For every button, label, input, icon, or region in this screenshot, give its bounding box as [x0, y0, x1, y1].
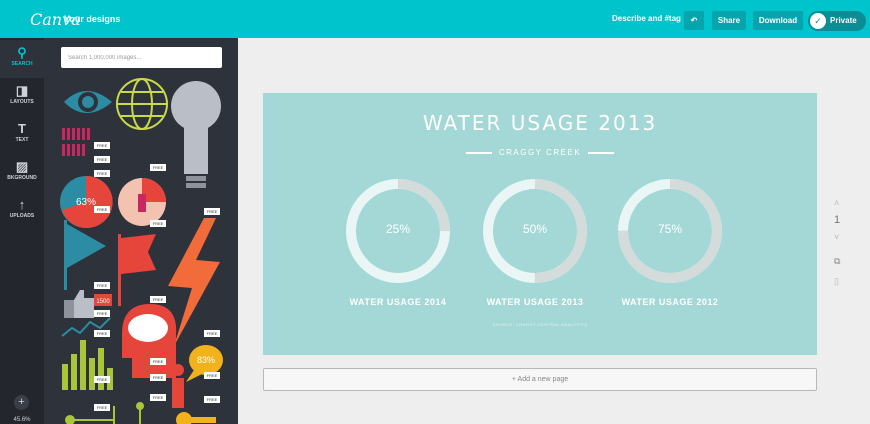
privacy-toggle[interactable]: ✓ Private — [808, 11, 866, 31]
free-badge: FREE — [207, 331, 218, 336]
undo-button[interactable]: ↶ — [684, 11, 704, 30]
free-badge: FREE — [97, 171, 108, 176]
free-badge: FREE — [207, 397, 218, 402]
blue-flag-graphic[interactable] — [64, 220, 106, 290]
add-new-page-button[interactable]: + Add a new page — [263, 368, 817, 391]
person-circle-graphic[interactable] — [118, 178, 166, 226]
ring-2-label: WATER USAGE 2013 — [486, 297, 584, 307]
search-icon: ⚲ — [17, 45, 27, 60]
free-badge: FREE — [153, 395, 164, 400]
free-badge: FREE — [207, 373, 218, 378]
sidebar-item-layouts[interactable]: ◨ LAYOUTS — [0, 78, 44, 116]
people-graphic[interactable] — [62, 128, 90, 156]
head-speech-graphic[interactable] — [122, 304, 177, 378]
background-icon: ▨ — [15, 159, 29, 174]
free-badge: FREE — [207, 209, 218, 214]
text-icon: T — [18, 121, 26, 136]
your-designs-link[interactable]: Your designs — [64, 14, 120, 24]
move-down-icon[interactable]: ˅ — [834, 232, 839, 242]
free-badge: FREE — [97, 143, 108, 148]
eye-graphic[interactable] — [64, 91, 112, 113]
delete-page-icon[interactable]: ▯ — [834, 276, 839, 287]
image-search-input[interactable] — [61, 47, 222, 68]
free-badge: FREE — [97, 311, 108, 316]
sidebar-item-label: UPLOADS — [9, 213, 35, 219]
sidebar-item-label: SEARCH — [11, 61, 33, 67]
donut-chart-graphic[interactable]: 63% — [60, 175, 113, 228]
download-button[interactable]: Download — [753, 11, 803, 30]
sidebar-item-label: LAYOUTS — [10, 99, 34, 105]
free-badge: FREE — [97, 377, 108, 382]
describe-tag-link[interactable]: Describe and #tag — [612, 14, 681, 23]
free-badge: FREE — [153, 375, 164, 380]
page-number: 1 — [834, 214, 841, 226]
share-button[interactable]: Share — [712, 11, 746, 30]
sidebar-item-background[interactable]: ▨ BKGROUND — [0, 154, 44, 192]
key-graphic[interactable] — [176, 412, 216, 424]
copy-page-icon[interactable]: ⧉ — [834, 256, 840, 267]
sidebar-item-label: BKGROUND — [7, 175, 37, 181]
sidebar-item-label: TEXT — [15, 137, 29, 143]
free-badge: FREE — [153, 221, 164, 226]
free-badge: FREE — [153, 359, 164, 364]
privacy-label: Private — [830, 16, 857, 25]
ring-3-percent: 75% — [657, 222, 683, 236]
image-library-panel: 63% 1500 — [44, 38, 238, 424]
bubble-percent: 83% — [197, 355, 215, 365]
undo-icon: ↶ — [690, 16, 698, 25]
likes-count: 1500 — [96, 299, 110, 305]
top-bar: Canva Your designs Describe and #tag ↶ S… — [0, 0, 870, 38]
free-badge: FREE — [153, 165, 164, 170]
free-badge: FREE — [97, 207, 108, 212]
free-badge: FREE — [153, 297, 164, 302]
ring-1-label: WATER USAGE 2014 — [349, 297, 447, 307]
lightbulb-graphic[interactable] — [171, 81, 221, 188]
check-icon: ✓ — [810, 13, 826, 29]
person-graphic[interactable] — [172, 364, 184, 408]
sidebar-rail: ⚲ SEARCH ◨ LAYOUTS T TEXT ▨ BKGROUND ↑ U… — [0, 38, 44, 424]
globe-graphic[interactable] — [116, 78, 168, 130]
sidebar-item-uploads[interactable]: ↑ UPLOADS — [0, 192, 44, 230]
sidebar-item-search[interactable]: ⚲ SEARCH — [0, 40, 44, 78]
zoom-in-button[interactable]: + — [14, 395, 29, 410]
editor-canvas: WATER USAGE 2013 CRAGGY CREEK 25% 50% 75… — [238, 38, 870, 424]
free-badge: FREE — [97, 331, 108, 336]
zoom-level: 45.6% — [13, 417, 31, 423]
ring-1-percent: 25% — [385, 222, 411, 236]
source-note: SOURCE: CRAGGY CENTRAL ANALYTICS — [492, 322, 588, 327]
design-page[interactable]: WATER USAGE 2013 CRAGGY CREEK 25% 50% 75… — [263, 93, 817, 355]
free-badge: FREE — [97, 405, 108, 410]
free-badge: FREE — [97, 157, 108, 162]
move-up-icon[interactable]: ˄ — [834, 198, 839, 208]
sidebar-item-text[interactable]: T TEXT — [0, 116, 44, 154]
red-flag-graphic[interactable] — [118, 234, 156, 306]
donut-percent: 63% — [76, 197, 96, 208]
graphics-grid: 63% 1500 83% FREE FREE FREE FREE FREE FR… — [60, 78, 223, 424]
ring-2-percent: 50% — [522, 222, 548, 236]
free-badge: FREE — [97, 283, 108, 288]
layouts-icon: ◨ — [15, 83, 29, 98]
ring-3-label: WATER USAGE 2012 — [621, 297, 719, 307]
upload-icon: ↑ — [18, 197, 26, 212]
